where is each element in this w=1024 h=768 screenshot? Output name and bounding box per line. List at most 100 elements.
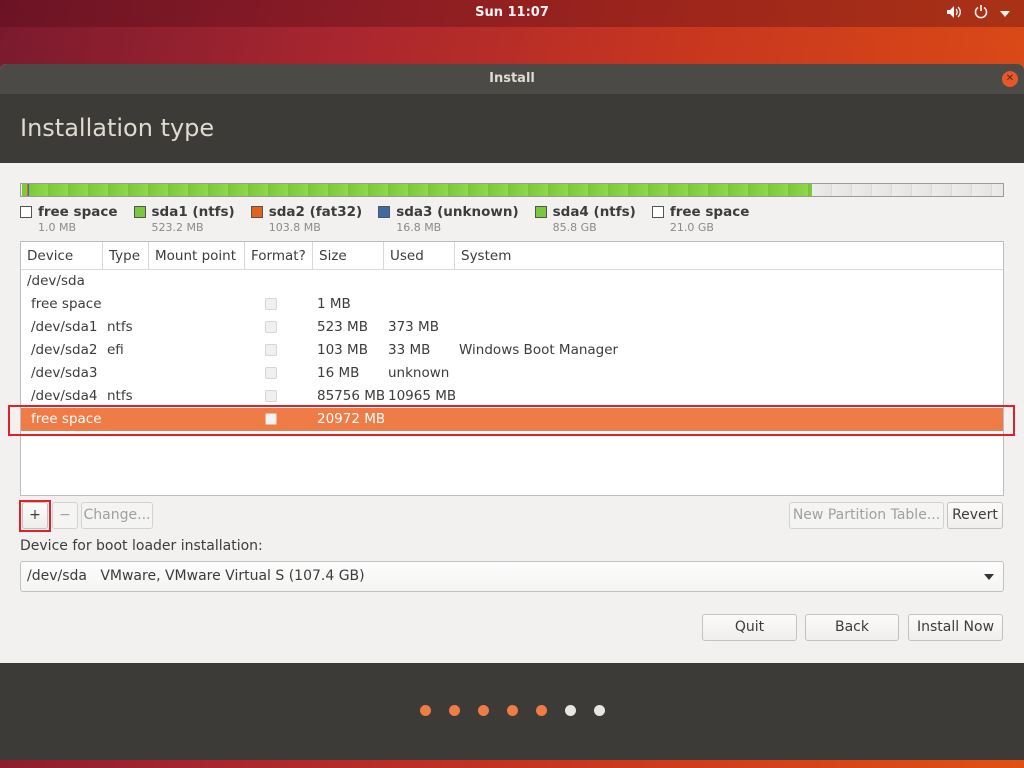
cell-size: 85756 MB — [317, 388, 384, 404]
bootloader-device-select[interactable]: /dev/sda VMware, VMware Virtual S (107.4… — [20, 561, 1004, 592]
back-button[interactable]: Back — [805, 614, 899, 641]
step-dot — [448, 705, 460, 716]
legend-swatch — [378, 206, 391, 218]
step-dot — [535, 705, 547, 716]
column-type[interactable]: Type — [103, 242, 149, 269]
format-checkbox[interactable] — [265, 321, 277, 333]
cell-mount-point — [149, 293, 245, 316]
column-device[interactable]: Device — [21, 242, 103, 269]
cell-format — [245, 362, 313, 385]
disk-legend: free space 1.0 MB sda1 (ntfs) 523.2 MB sda2 … — [20, 204, 749, 234]
close-icon[interactable]: ✕ — [1002, 71, 1018, 87]
title-bar: Install ✕ — [0, 64, 1024, 94]
legend-item: free space 1.0 MB — [20, 204, 118, 234]
cell-mount-point — [149, 385, 245, 408]
legend-size: 1.0 MB — [38, 221, 77, 234]
remove-partition-button[interactable]: − — [52, 502, 78, 529]
power-icon[interactable] — [974, 4, 988, 23]
legend-swatch — [133, 206, 146, 218]
table-row[interactable]: /dev/sda2 efi 103 MB 33 MB Windows Boot Mana… — [21, 339, 1003, 362]
column-system[interactable]: System — [455, 242, 1003, 269]
cell-mount-point — [149, 316, 245, 339]
table-row[interactable]: /dev/sda4 ntfs 85756 MB 10965 MB — [21, 385, 1003, 408]
install-now-button[interactable]: Install Now — [908, 614, 1003, 641]
cell-size: 103 MB — [317, 342, 368, 358]
step-dot — [477, 705, 489, 716]
partition-table[interactable]: Device Type Mount point Format? Size Use… — [20, 241, 1004, 496]
table-row-group[interactable]: /dev/sda — [21, 270, 1003, 293]
column-used[interactable]: Used — [384, 242, 455, 269]
table-row[interactable]: /dev/sda1 ntfs 523 MB 373 MB — [21, 316, 1003, 339]
table-row[interactable]: free space 20972 MB — [21, 408, 1003, 431]
format-checkbox[interactable] — [265, 344, 277, 356]
progress-footer — [0, 663, 1024, 760]
legend-name: free space — [38, 204, 118, 220]
disk-segment-5 — [811, 184, 1003, 196]
legend-item: free space 21.0 GB — [651, 204, 750, 234]
cell-size: 523 MB — [317, 319, 368, 335]
change-partition-button[interactable]: Change... — [81, 502, 153, 529]
partition-rows: free space 1 MB/dev/sda1 ntfs 523 MB 373 MB /… — [21, 293, 1003, 431]
cell-type — [103, 293, 149, 316]
cell-device: /dev/sda2 — [31, 342, 98, 358]
legend-size: 16.8 MB — [396, 221, 442, 234]
step-dot — [419, 705, 431, 716]
cell-format — [245, 316, 313, 339]
legend-name: sda3 (unknown) — [396, 204, 519, 220]
legend-name: sda2 (fat32) — [268, 204, 363, 220]
legend-size: 21.0 GB — [669, 221, 714, 234]
revert-button[interactable]: Revert — [947, 502, 1003, 529]
column-mount-point[interactable]: Mount point — [149, 242, 245, 269]
cell-system — [455, 293, 1003, 316]
chevron-down-icon[interactable] — [1000, 6, 1010, 21]
page-title: Installation type — [20, 114, 215, 142]
cell-format — [245, 293, 313, 316]
format-checkbox[interactable] — [265, 298, 277, 310]
cell-used: 373 MB — [388, 319, 439, 335]
legend-name: sda1 (ntfs) — [151, 204, 235, 220]
cell-device: free space — [31, 411, 102, 427]
cell-system — [455, 408, 1003, 431]
quit-button[interactable]: Quit — [702, 614, 797, 641]
table-row[interactable]: free space 1 MB — [21, 293, 1003, 316]
cell-device: /dev/sda1 — [31, 319, 98, 335]
legend-size: 103.8 MB — [268, 221, 321, 234]
cell-type: ntfs — [107, 388, 133, 404]
cell-used — [384, 293, 455, 316]
window-title: Install — [489, 71, 535, 86]
cell-system — [455, 316, 1003, 339]
legend-item: sda2 (fat32) 103.8 MB — [250, 204, 363, 234]
cell-format — [245, 385, 313, 408]
column-format[interactable]: Format? — [245, 242, 313, 269]
format-checkbox[interactable] — [265, 390, 277, 402]
legend-swatch — [651, 206, 664, 218]
cell-used — [384, 408, 455, 431]
step-dot — [506, 705, 518, 716]
cell-system — [455, 362, 1003, 385]
bootloader-selected-value: /dev/sda VMware, VMware Virtual S (107.4… — [27, 568, 365, 584]
step-dot — [593, 705, 605, 716]
cell-mount-point — [149, 339, 245, 362]
column-size[interactable]: Size — [313, 242, 384, 269]
cell-size: 1 MB — [317, 296, 351, 312]
add-partition-button[interactable]: + — [22, 502, 48, 529]
install-window: Install ✕ Installation type free space 1.… — [0, 64, 1024, 760]
step-dot — [564, 705, 576, 716]
bootloader-label: Device for boot loader installation: — [20, 538, 263, 554]
cell-device: free space — [31, 296, 102, 312]
new-partition-table-button[interactable]: New Partition Table... — [789, 502, 944, 529]
table-row[interactable]: /dev/sda3 16 MB unknown — [21, 362, 1003, 385]
legend-item: sda1 (ntfs) 523.2 MB — [133, 204, 235, 234]
cell-mount-point — [149, 408, 245, 431]
cell-size: 16 MB — [317, 365, 360, 381]
system-tray[interactable] — [946, 4, 1010, 23]
top-bar: Sun 11:07 — [0, 0, 1024, 27]
cell-type: ntfs — [107, 319, 133, 335]
volume-icon[interactable] — [946, 5, 962, 23]
clock[interactable]: Sun 11:07 — [0, 5, 1024, 20]
page-header: Installation type — [0, 94, 1024, 163]
format-checkbox[interactable] — [265, 413, 277, 425]
legend-name: free space — [669, 204, 750, 220]
legend-swatch — [20, 206, 32, 218]
format-checkbox[interactable] — [265, 367, 277, 379]
